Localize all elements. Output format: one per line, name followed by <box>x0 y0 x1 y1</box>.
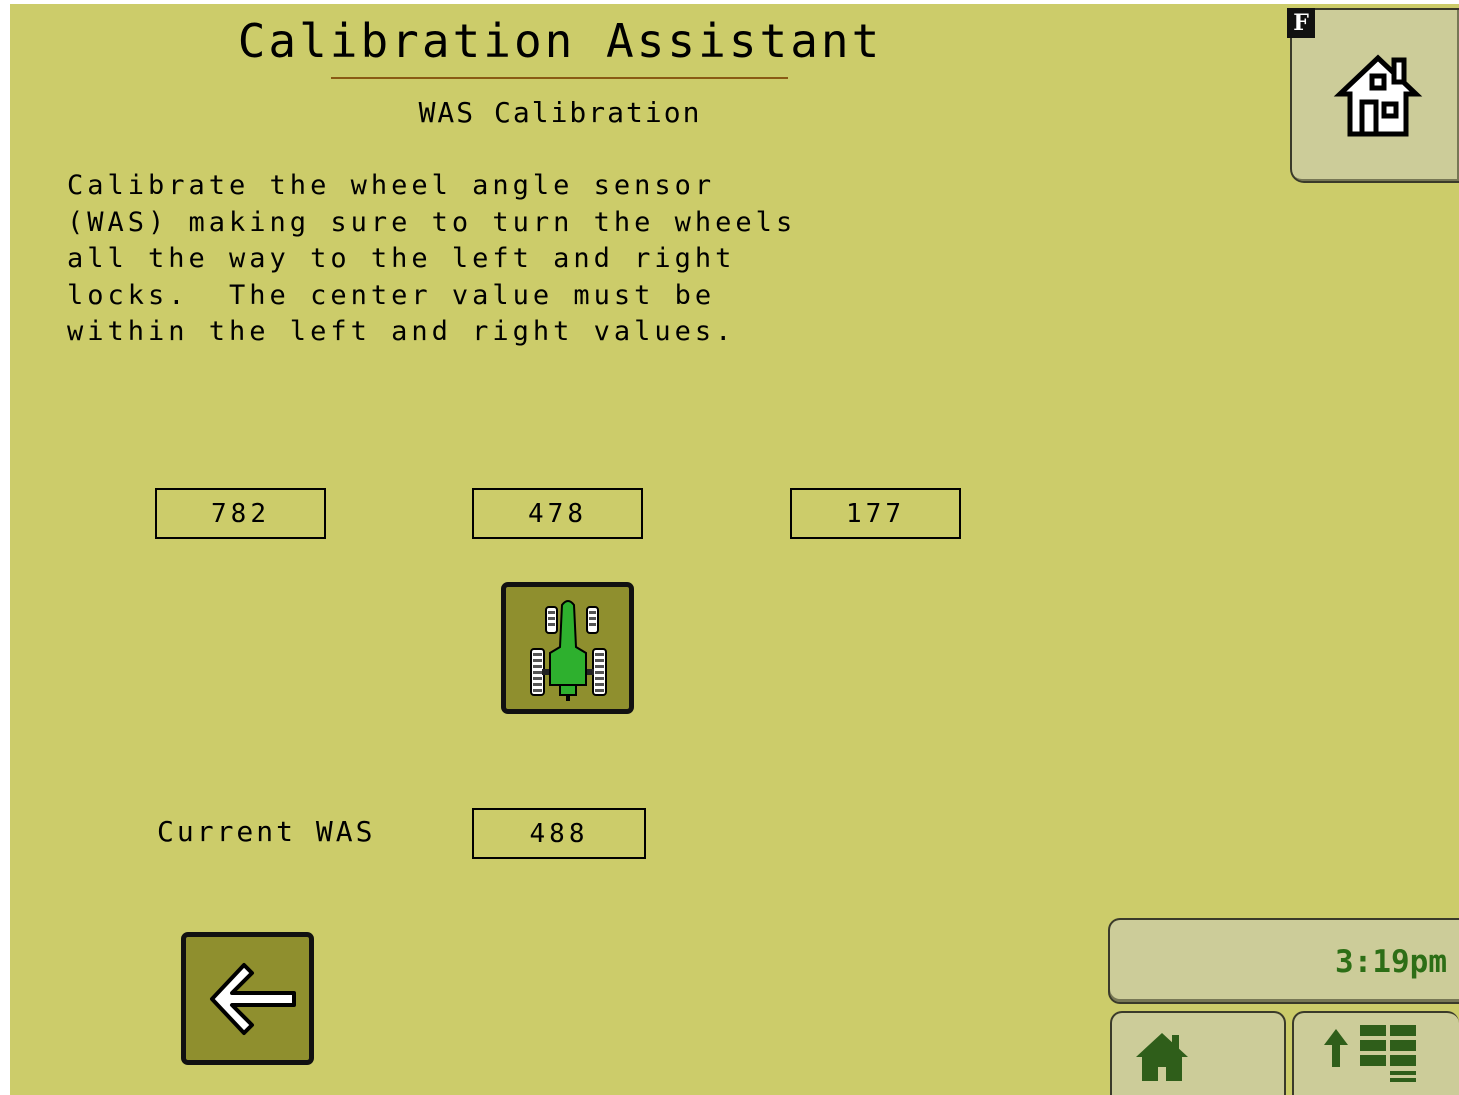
home-outline-icon <box>1333 54 1423 137</box>
clock-panel: 3:19pm <box>1108 918 1459 1004</box>
nav-menu-button[interactable] <box>1292 1011 1459 1095</box>
home-button[interactable] <box>1290 8 1459 183</box>
page-subtitle: WAS Calibration <box>418 96 702 129</box>
title-divider <box>331 77 788 79</box>
current-was-label: Current WAS <box>157 815 376 848</box>
set-center-button[interactable] <box>501 582 634 714</box>
instruction-text: Calibrate the wheel angle sensor (WAS) m… <box>67 170 797 347</box>
clock-time: 3:19pm <box>1335 944 1447 980</box>
right-lock-value: 177 <box>790 488 961 539</box>
tractor-top-view-icon <box>530 600 607 701</box>
mode-badge: F <box>1287 8 1315 38</box>
center-value: 478 <box>472 488 643 539</box>
page-title: Calibration Assistant <box>237 14 883 68</box>
home-icon <box>1136 1033 1188 1081</box>
nav-home-button[interactable] <box>1110 1011 1286 1095</box>
up-arrow-grid-icon <box>1324 1025 1416 1082</box>
left-lock-value: 782 <box>155 488 326 539</box>
current-was-value: 488 <box>472 808 646 859</box>
back-button[interactable] <box>181 932 314 1065</box>
left-arrow-icon <box>210 963 296 1035</box>
